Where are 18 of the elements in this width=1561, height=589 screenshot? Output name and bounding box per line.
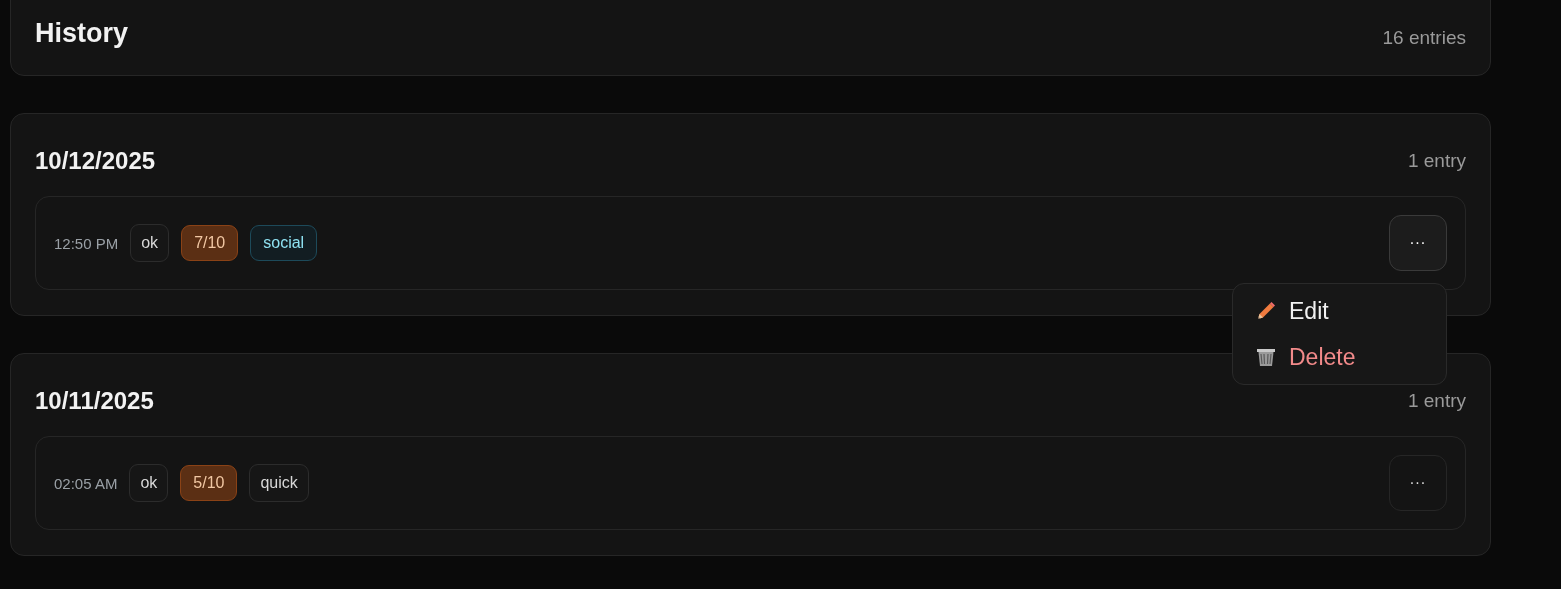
tag-chip: 7/10 (181, 225, 239, 261)
page-title: History (35, 18, 129, 49)
tag-chip: social (250, 225, 318, 261)
entry-count: 1 entry (1407, 150, 1466, 172)
entry-time: 12:50 PM (54, 234, 119, 252)
more-button[interactable]: ··· (1389, 215, 1447, 271)
more-button[interactable]: ··· (1389, 455, 1447, 511)
entry-count: 1 entry (1407, 390, 1466, 412)
group-date: 10/11/2025 (35, 387, 154, 415)
entry-count: 16 entries (1382, 27, 1466, 49)
tag-chip: quick (249, 464, 309, 502)
tag-chip: 5/10 (180, 465, 238, 501)
menu-item[interactable]: Delete (1233, 334, 1446, 380)
group-date: 10/12/2025 (35, 147, 156, 175)
entry-time: 02:05 AM (54, 474, 118, 492)
menu-item[interactable]: Edit (1233, 288, 1446, 334)
tag-chip: ok (130, 224, 170, 262)
tag-chip: ok (129, 464, 169, 502)
